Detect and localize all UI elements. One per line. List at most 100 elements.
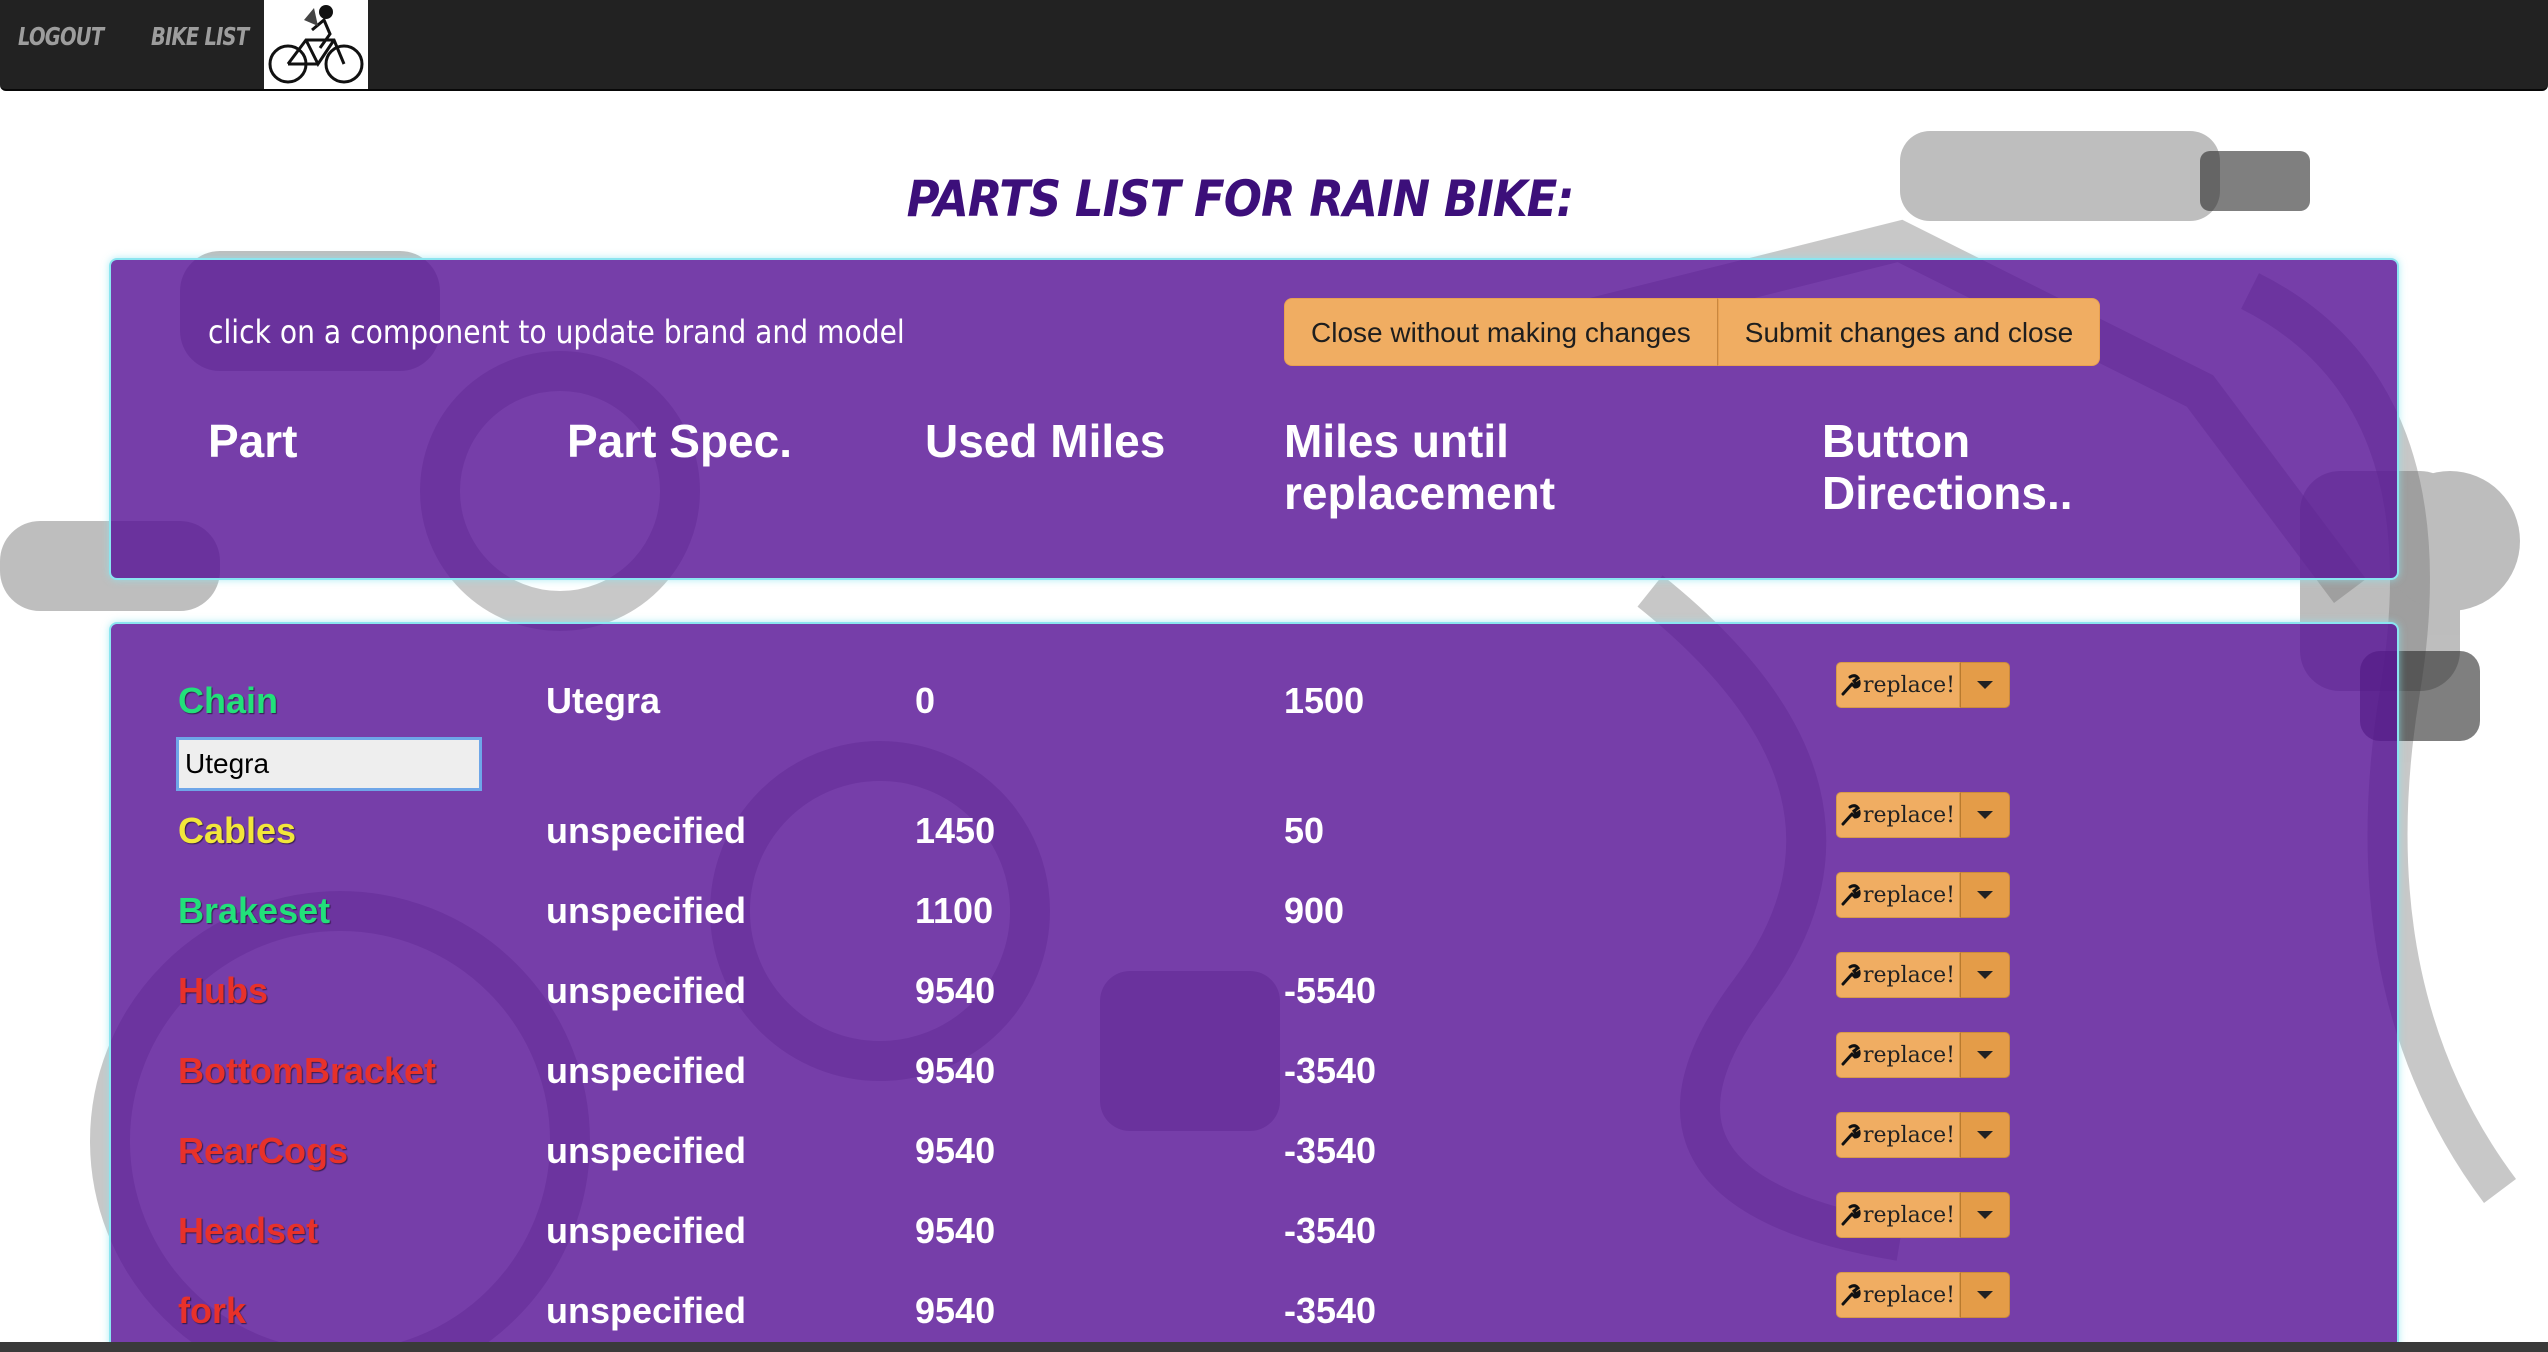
replace-button[interactable]: replace!	[1836, 1032, 1960, 1078]
page-title: Parts List for Rain Bike:	[906, 170, 1575, 228]
caret-down-icon	[1977, 1131, 1993, 1139]
replace-button-group: replace!	[1836, 1192, 2010, 1238]
part-spec: unspecified	[546, 1210, 747, 1251]
replace-button[interactable]: replace!	[1836, 662, 1960, 708]
replace-label: replace!	[1863, 1042, 1955, 1068]
column-header-button-directions-line1: Button	[1822, 415, 1971, 467]
replace-button[interactable]: replace!	[1836, 1272, 1960, 1318]
miles-until-replacement: 1500	[1284, 680, 1365, 721]
top-navbar: logout bike list	[0, 0, 2548, 91]
wrench-icon	[1841, 804, 1861, 826]
replace-label: replace!	[1863, 1202, 1955, 1228]
wrench-icon	[1841, 1044, 1861, 1066]
used-miles: 9540	[915, 1290, 996, 1331]
part-name[interactable]: fork	[178, 1290, 246, 1332]
replace-label: replace!	[1863, 962, 1955, 988]
replace-dropdown-toggle[interactable]	[1960, 1112, 2010, 1158]
cyclist-logo-icon[interactable]	[264, 0, 368, 89]
column-header-button-directions: Button Directions..	[1822, 415, 2073, 519]
part-spec: unspecified	[546, 970, 747, 1011]
caret-down-icon	[1977, 891, 1993, 899]
caret-down-icon	[1977, 1291, 1993, 1299]
column-header-miles-until-line1: Miles until	[1284, 415, 1509, 467]
miles-until-replacement: -3540	[1284, 1130, 1377, 1171]
part-name[interactable]: Brakeset	[178, 890, 330, 932]
used-miles: 9540	[915, 1050, 996, 1091]
part-name[interactable]: Cables	[178, 810, 296, 852]
logout-link[interactable]: logout	[18, 22, 104, 51]
caret-down-icon	[1977, 1211, 1993, 1219]
used-miles: 9540	[915, 970, 996, 1011]
column-header-part-spec: Part Spec.	[567, 415, 792, 467]
close-without-changes-button[interactable]: Close without making changes	[1284, 298, 1718, 366]
part-spec: unspecified	[546, 890, 747, 931]
replace-button-group: replace!	[1836, 1032, 2010, 1078]
replace-dropdown-toggle[interactable]	[1960, 872, 2010, 918]
submit-changes-button[interactable]: Submit changes and close	[1717, 298, 2101, 366]
replace-button-group: replace!	[1836, 1272, 2010, 1318]
caret-down-icon	[1977, 811, 1993, 819]
replace-button-group: replace!	[1836, 662, 2010, 708]
replace-dropdown-toggle[interactable]	[1960, 662, 2010, 708]
part-name[interactable]: Hubs	[178, 970, 268, 1012]
miles-until-replacement: -3540	[1284, 1050, 1377, 1091]
used-miles: 1100	[915, 890, 994, 931]
replace-label: replace!	[1863, 1282, 1955, 1308]
replace-dropdown-toggle[interactable]	[1960, 1192, 2010, 1238]
replace-label: replace!	[1863, 672, 1955, 698]
part-spec-edit-input[interactable]	[176, 737, 482, 791]
replace-dropdown-toggle[interactable]	[1960, 792, 2010, 838]
part-spec: unspecified	[546, 810, 747, 851]
bike-list-link[interactable]: bike list	[151, 22, 249, 51]
replace-button[interactable]: replace!	[1836, 952, 1960, 998]
replace-dropdown-toggle[interactable]	[1960, 1272, 2010, 1318]
caret-down-icon	[1977, 681, 1993, 689]
part-name[interactable]: Chain	[178, 680, 278, 722]
wrench-icon	[1841, 674, 1861, 696]
part-spec: unspecified	[546, 1050, 747, 1091]
part-spec: unspecified	[546, 1130, 747, 1171]
replace-dropdown-toggle[interactable]	[1960, 1032, 2010, 1078]
wrench-icon	[1841, 964, 1861, 986]
part-name[interactable]: BottomBracket	[178, 1050, 436, 1092]
column-header-used-miles: Used Miles	[925, 415, 1166, 467]
replace-button-group: replace!	[1836, 792, 2010, 838]
column-header-button-directions-line2: Directions..	[1822, 467, 2073, 519]
replace-label: replace!	[1863, 802, 1955, 828]
replace-button[interactable]: replace!	[1836, 1112, 1960, 1158]
miles-until-replacement: -3540	[1284, 1290, 1377, 1331]
wrench-icon	[1841, 1204, 1861, 1226]
used-miles: 1450	[915, 810, 996, 851]
replace-button-group: replace!	[1836, 872, 2010, 918]
used-miles: 9540	[915, 1210, 996, 1251]
wrench-icon	[1841, 1124, 1861, 1146]
wrench-icon	[1841, 884, 1861, 906]
replace-button[interactable]: replace!	[1836, 792, 1960, 838]
part-name[interactable]: Headset	[178, 1210, 318, 1252]
replace-button[interactable]: replace!	[1836, 1192, 1960, 1238]
used-miles: 0	[915, 680, 936, 721]
miles-until-replacement: 900	[1284, 890, 1345, 931]
miles-until-replacement: -5540	[1284, 970, 1377, 1011]
bottom-edge	[0, 1342, 2548, 1352]
caret-down-icon	[1977, 971, 1993, 979]
part-spec: Utegra	[546, 680, 661, 721]
top-button-group: Close without making changes Submit chan…	[1284, 298, 2101, 366]
column-header-part: Part	[208, 415, 298, 467]
replace-button[interactable]: replace!	[1836, 872, 1960, 918]
column-header-miles-until-line2: replacement	[1284, 467, 1556, 519]
replace-label: replace!	[1863, 1122, 1955, 1148]
replace-label: replace!	[1863, 882, 1955, 908]
replace-button-group: replace!	[1836, 952, 2010, 998]
part-name[interactable]: RearCogs	[178, 1130, 348, 1172]
instructions-text: click on a component to update brand and…	[208, 313, 905, 351]
column-header-miles-until: Miles until replacement	[1284, 415, 1555, 519]
replace-dropdown-toggle[interactable]	[1960, 952, 2010, 998]
replace-button-group: replace!	[1836, 1112, 2010, 1158]
miles-until-replacement: -3540	[1284, 1210, 1377, 1251]
wrench-icon	[1841, 1284, 1861, 1306]
caret-down-icon	[1977, 1051, 1993, 1059]
miles-until-replacement: 50	[1284, 810, 1325, 851]
used-miles: 9540	[915, 1130, 996, 1171]
part-spec: unspecified	[546, 1290, 747, 1331]
